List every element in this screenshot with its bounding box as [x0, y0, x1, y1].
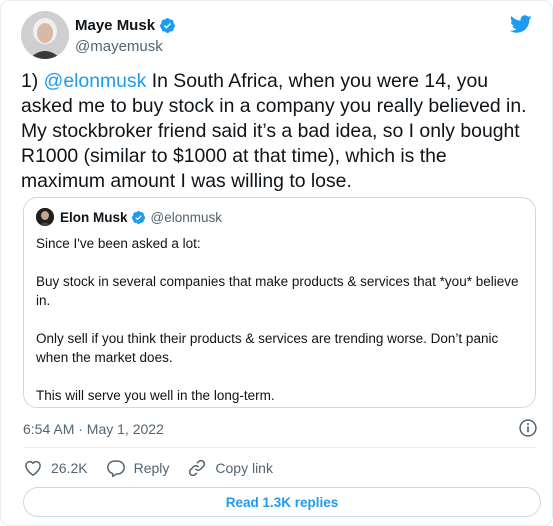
- read-replies-button[interactable]: Read 1.3K replies: [23, 487, 541, 517]
- author-display-name[interactable]: Maye Musk: [75, 17, 155, 34]
- reply-button[interactable]: Reply: [106, 458, 170, 478]
- author-handle[interactable]: @mayemusk: [75, 38, 163, 55]
- tweet-timestamp[interactable]: 6:54 AM · May 1, 2022: [23, 421, 164, 437]
- mention-link[interactable]: @elonmusk: [44, 70, 147, 92]
- verified-badge-icon: [131, 210, 145, 224]
- link-icon: [189, 459, 206, 477]
- author-name-row: Maye Musk: [75, 17, 176, 34]
- quoted-tweet-header: Elon Musk @elonmusk: [36, 208, 222, 226]
- like-count: 26.2K: [51, 460, 88, 476]
- quoted-author-avatar: [36, 208, 54, 226]
- quoted-author-handle: @elonmusk: [150, 209, 222, 225]
- quoted-paragraph: Only sell if you think their products & …: [36, 331, 499, 365]
- reply-label: Reply: [133, 460, 170, 476]
- twitter-bird-icon[interactable]: [510, 13, 532, 35]
- tweet-number-prefix: 1): [21, 70, 44, 92]
- verified-badge-icon: [160, 18, 175, 33]
- reply-bubble-icon: [106, 460, 125, 478]
- info-icon[interactable]: [518, 418, 538, 438]
- quoted-tweet-body: Since I've been asked a lot: Buy stock i…: [36, 234, 526, 405]
- tweet-actions: 26.2K Reply Copy link: [23, 457, 291, 479]
- copy-link-button[interactable]: Copy link: [187, 458, 273, 478]
- tweet-card: Maye Musk @mayemusk 1) @elonmusk In Sout…: [0, 0, 553, 526]
- copy-link-label: Copy link: [215, 460, 273, 476]
- quoted-paragraph: This will serve you well in the long-ter…: [36, 388, 275, 403]
- divider: [23, 447, 536, 448]
- tweet-text: 1) @elonmusk In South Africa, when you w…: [21, 69, 536, 194]
- heart-icon: [25, 460, 41, 476]
- tweet-header: Maye Musk @mayemusk: [21, 11, 532, 61]
- quoted-paragraph: Since I've been asked a lot:: [36, 236, 201, 251]
- quoted-tweet[interactable]: Elon Musk @elonmusk Since I've been aske…: [23, 197, 536, 408]
- author-avatar[interactable]: [21, 11, 69, 59]
- quoted-author-display-name: Elon Musk: [60, 209, 128, 225]
- like-button[interactable]: 26.2K: [23, 458, 88, 478]
- quoted-paragraph: Buy stock in several companies that make…: [36, 274, 519, 308]
